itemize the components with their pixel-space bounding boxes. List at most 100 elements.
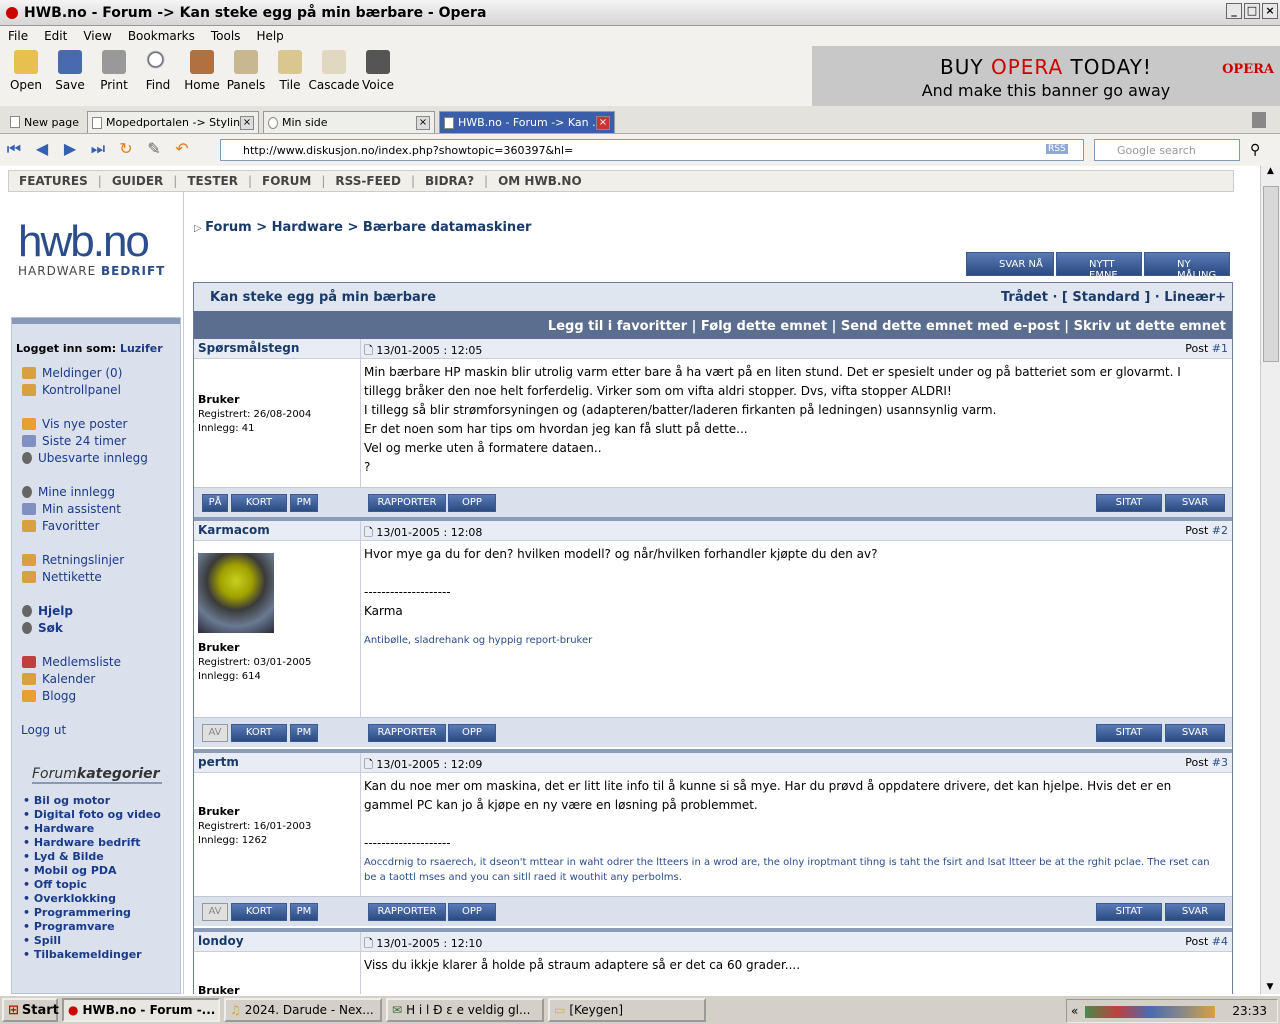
breadcrumb[interactable]: ▷ Forum > Hardware > Bærbare datamaskine…: [194, 220, 531, 235]
pm-button[interactable]: PM: [290, 903, 318, 921]
menu-view[interactable]: View: [75, 29, 119, 43]
post-number[interactable]: Post #1: [1185, 342, 1228, 355]
tray-expand-icon[interactable]: «: [1071, 1004, 1078, 1018]
quote-button[interactable]: SITAT: [1096, 494, 1162, 512]
sidebar-nettikette[interactable]: Nettikette: [22, 570, 102, 584]
cascade-button[interactable]: Cascade: [309, 46, 359, 106]
panels-button[interactable]: Panels: [224, 46, 268, 106]
nav-forum[interactable]: FORUM: [262, 174, 311, 188]
fast-forward-icon[interactable]: ⏭: [84, 139, 112, 161]
close-button[interactable]: ×: [1262, 3, 1278, 19]
sidebar-siste-24-timer[interactable]: Siste 24 timer: [22, 434, 126, 448]
forward-icon[interactable]: ▶: [56, 139, 84, 161]
close-tab-icon[interactable]: ×: [595, 115, 610, 130]
rss-badge[interactable]: RSS: [1046, 144, 1068, 154]
new-poll-button[interactable]: NY MÅLING: [1144, 252, 1230, 281]
sidebar-hjelp[interactable]: Hjelp: [22, 604, 73, 618]
close-tab-icon[interactable]: ×: [239, 115, 254, 130]
menu-bookmarks[interactable]: Bookmarks: [120, 29, 203, 43]
sidebar-meldinger[interactable]: Meldinger (0): [22, 366, 122, 380]
open-button[interactable]: Open: [4, 46, 48, 106]
sidebar-min-assistent[interactable]: Min assistent: [22, 502, 121, 516]
avatar[interactable]: [198, 553, 274, 633]
search-input[interactable]: Google search: [1094, 139, 1240, 161]
task-chat[interactable]: ✉ H i l Ð ε e veldig gl...: [386, 998, 544, 1022]
category-item[interactable]: • Tilbakemeldinger: [23, 948, 161, 962]
opera-banner[interactable]: BUY OPERA TODAY! And make this banner go…: [812, 46, 1280, 106]
print-button[interactable]: Print: [92, 46, 136, 106]
sidebar-sok[interactable]: Søk: [22, 621, 63, 635]
report-button[interactable]: RAPPORTER: [368, 494, 446, 512]
profile-card-button[interactable]: KORT: [231, 903, 287, 921]
pm-button[interactable]: PM: [290, 724, 318, 742]
new-topic-button[interactable]: NYTT EMNE: [1056, 252, 1142, 281]
edit-icon[interactable]: ✎: [140, 139, 168, 161]
sidebar-vis-nye-poster[interactable]: Vis nye poster: [22, 417, 127, 431]
post-author[interactable]: londoy: [198, 934, 244, 948]
tile-button[interactable]: Tile: [268, 46, 312, 106]
category-item[interactable]: • Hardware bedrift: [23, 836, 161, 850]
home-button[interactable]: Home: [180, 46, 224, 106]
profile-card-button[interactable]: KORT: [231, 724, 287, 742]
post-number[interactable]: Post #2: [1185, 524, 1228, 537]
category-item[interactable]: • Overklokking: [23, 892, 161, 906]
reply-button[interactable]: SVAR: [1165, 724, 1225, 742]
quote-button[interactable]: SITAT: [1096, 903, 1162, 921]
url-input[interactable]: http://www.diskusjon.no/index.php?showto…: [220, 139, 1084, 161]
sidebar-blogg[interactable]: Blogg: [22, 689, 76, 703]
up-button[interactable]: OPP: [448, 494, 496, 512]
scroll-thumb[interactable]: [1263, 186, 1279, 362]
menu-file[interactable]: File: [0, 29, 36, 43]
username-link[interactable]: Luzifer: [120, 342, 163, 355]
category-item[interactable]: • Programvare: [23, 920, 161, 934]
post-author[interactable]: Spørsmålstegn: [198, 341, 299, 355]
trash-icon[interactable]: [1252, 112, 1266, 128]
nav-om-hwb[interactable]: OM HWB.NO: [498, 174, 582, 188]
scroll-down-icon[interactable]: ▼: [1261, 982, 1279, 992]
nav-bidra[interactable]: BIDRA?: [425, 174, 474, 188]
view-modes[interactable]: Trådet · [ Standard ] · Lineær+: [1001, 290, 1226, 305]
reload-icon[interactable]: ↻: [112, 139, 140, 161]
menu-tools[interactable]: Tools: [203, 29, 249, 43]
category-item[interactable]: • Digital foto og video: [23, 808, 161, 822]
tray-icons[interactable]: [1085, 1006, 1215, 1018]
nav-features[interactable]: FEATURES: [19, 174, 88, 188]
voice-button[interactable]: Voice: [356, 46, 400, 106]
sidebar-ubesvarte-innlegg[interactable]: Ubesvarte innlegg: [22, 451, 148, 465]
profile-card-button[interactable]: KORT: [231, 494, 287, 512]
task-darude[interactable]: ♫ 2024. Darude - Nex...: [224, 998, 382, 1022]
zoom-icon[interactable]: ⚲: [1250, 142, 1260, 158]
sidebar-mine-innlegg[interactable]: Mine innlegg: [22, 485, 115, 499]
category-item[interactable]: • Spill: [23, 934, 161, 948]
page-scrollbar[interactable]: ▲ ▼: [1260, 166, 1280, 994]
rewind-icon[interactable]: ⏮: [0, 139, 28, 161]
nav-guider[interactable]: GUIDER: [112, 174, 163, 188]
report-button[interactable]: RAPPORTER: [368, 903, 446, 921]
minimize-button[interactable]: _: [1226, 3, 1242, 19]
quote-button[interactable]: SITAT: [1096, 724, 1162, 742]
find-button[interactable]: Find: [136, 46, 180, 106]
menu-edit[interactable]: Edit: [36, 29, 75, 43]
maximize-button[interactable]: □: [1244, 3, 1260, 19]
reply-now-button[interactable]: SVAR NÅ: [966, 252, 1054, 276]
new-page-button[interactable]: New page: [6, 111, 83, 133]
sidebar-favoritter[interactable]: Favoritter: [22, 519, 100, 533]
category-item[interactable]: • Lyd & Bilde: [23, 850, 161, 864]
post-number[interactable]: Post #3: [1185, 756, 1228, 769]
task-keygen[interactable]: ▭ [Keygen]: [548, 998, 706, 1022]
close-tab-icon[interactable]: ×: [415, 115, 430, 130]
category-item[interactable]: • Programmering: [23, 906, 161, 920]
post-author[interactable]: pertm: [198, 755, 239, 769]
up-button[interactable]: OPP: [448, 724, 496, 742]
sidebar-kalender[interactable]: Kalender: [22, 672, 95, 686]
task-hwb-forum[interactable]: ● HWB.no - Forum -...: [62, 998, 220, 1022]
category-item[interactable]: • Off topic: [23, 878, 161, 892]
hwb-logo[interactable]: hwb.no HARDWARE BEDRIFT: [18, 220, 168, 279]
nav-tester[interactable]: TESTER: [187, 174, 238, 188]
back-icon[interactable]: ◀: [28, 139, 56, 161]
post-number[interactable]: Post #4: [1185, 935, 1228, 948]
tab-mopedportalen[interactable]: Mopedportalen -> Styling ×: [86, 111, 259, 133]
logout-link[interactable]: Logg ut: [21, 723, 66, 737]
sidebar-medlemsliste[interactable]: Medlemsliste: [22, 655, 121, 669]
category-item[interactable]: • Bil og motor: [23, 794, 161, 808]
